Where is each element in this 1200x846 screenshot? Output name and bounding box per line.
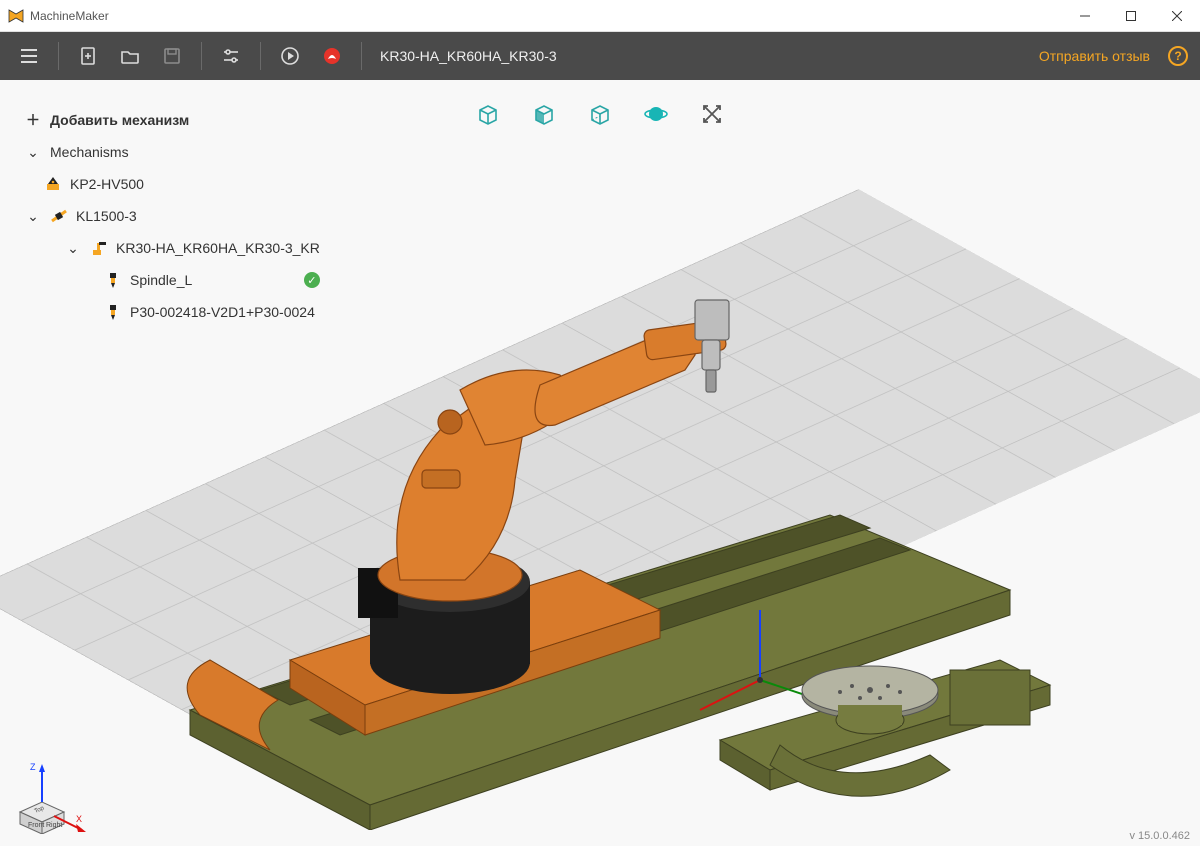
positioner-icon — [44, 175, 62, 193]
minimize-button[interactable] — [1062, 0, 1108, 32]
tree-item-kl1500[interactable]: ⌄ KL1500-3 — [24, 200, 330, 232]
rail-icon — [50, 207, 68, 225]
tree-root[interactable]: ⌄ Mechanisms — [24, 136, 330, 168]
main-toolbar: KR30-HA_KR60HA_KR30-3 Отправить отзыв ? — [0, 32, 1200, 80]
tool-icon — [104, 303, 122, 321]
axis-x-label: X — [76, 814, 82, 824]
axis-front-label: Front — [28, 822, 44, 829]
tree-item-label: KR30-HA_KR60HA_KR30-3_KR — [116, 240, 320, 256]
version-label: v 15.0.0.462 — [1129, 830, 1190, 842]
separator — [201, 42, 202, 70]
view-hidden-button[interactable] — [586, 100, 614, 128]
app-icon — [8, 8, 24, 24]
view-shaded-button[interactable] — [530, 100, 558, 128]
robot-body — [378, 300, 729, 601]
menu-button[interactable] — [12, 39, 46, 73]
chevron-down-icon[interactable]: ⌄ — [24, 207, 42, 225]
tree-item-label: P30-002418-V2D1+P30-0024 — [130, 304, 315, 320]
tool-icon — [104, 271, 122, 289]
plus-icon: ＋ — [24, 111, 42, 129]
feedback-link[interactable]: Отправить отзыв — [1039, 48, 1150, 64]
tree-item-spindle[interactable]: Spindle_L ✓ — [24, 264, 330, 296]
axis-right-label: Right — [46, 822, 62, 829]
save-button[interactable] — [155, 39, 189, 73]
close-button[interactable] — [1154, 0, 1200, 32]
document-title: KR30-HA_KR60HA_KR30-3 — [380, 48, 557, 64]
axis-widget[interactable]: Front Right Top Z X — [10, 754, 90, 834]
chevron-down-icon[interactable]: ⌄ — [64, 239, 82, 257]
separator — [58, 42, 59, 70]
mechanism-tree: ＋ Добавить механизм ⌄ Mechanisms KP2-HV5… — [24, 104, 330, 328]
status-ok-icon: ✓ — [304, 272, 320, 288]
titlebar: MachineMaker — [0, 0, 1200, 32]
tree-root-label: Mechanisms — [50, 144, 129, 160]
tree-item-kp2[interactable]: KP2-HV500 — [24, 168, 330, 200]
open-file-button[interactable] — [113, 39, 147, 73]
axis-z-label: Z — [30, 762, 36, 772]
help-button[interactable]: ? — [1168, 46, 1188, 66]
view-fit-button[interactable] — [698, 100, 726, 128]
main-area: ＋ Добавить механизм ⌄ Mechanisms KP2-HV5… — [0, 80, 1200, 846]
new-file-button[interactable] — [71, 39, 105, 73]
tree-item-p30[interactable]: P30-002418-V2D1+P30-0024 — [24, 296, 330, 328]
titlebar-left: MachineMaker — [0, 8, 109, 24]
view-wireframe-button[interactable] — [474, 100, 502, 128]
view-orbit-button[interactable] — [642, 100, 670, 128]
separator — [260, 42, 261, 70]
tree-item-kr30[interactable]: ⌄ KR30-HA_KR60HA_KR30-3_KR — [24, 232, 330, 264]
run-button[interactable] — [273, 39, 307, 73]
add-mechanism-button[interactable]: ＋ Добавить механизм — [24, 104, 330, 136]
app-title: MachineMaker — [30, 9, 109, 23]
robot-icon — [90, 239, 108, 257]
separator — [361, 42, 362, 70]
maximize-button[interactable] — [1108, 0, 1154, 32]
viewport-toolbar — [474, 100, 726, 128]
add-mechanism-label: Добавить механизм — [50, 112, 189, 128]
window-controls — [1062, 0, 1200, 32]
settings-button[interactable] — [214, 39, 248, 73]
tree-item-label: KP2-HV500 — [70, 176, 144, 192]
brand-icon[interactable] — [315, 39, 349, 73]
chevron-down-icon[interactable]: ⌄ — [24, 143, 42, 161]
tree-item-label: Spindle_L — [130, 272, 192, 288]
tree-item-label: KL1500-3 — [76, 208, 137, 224]
